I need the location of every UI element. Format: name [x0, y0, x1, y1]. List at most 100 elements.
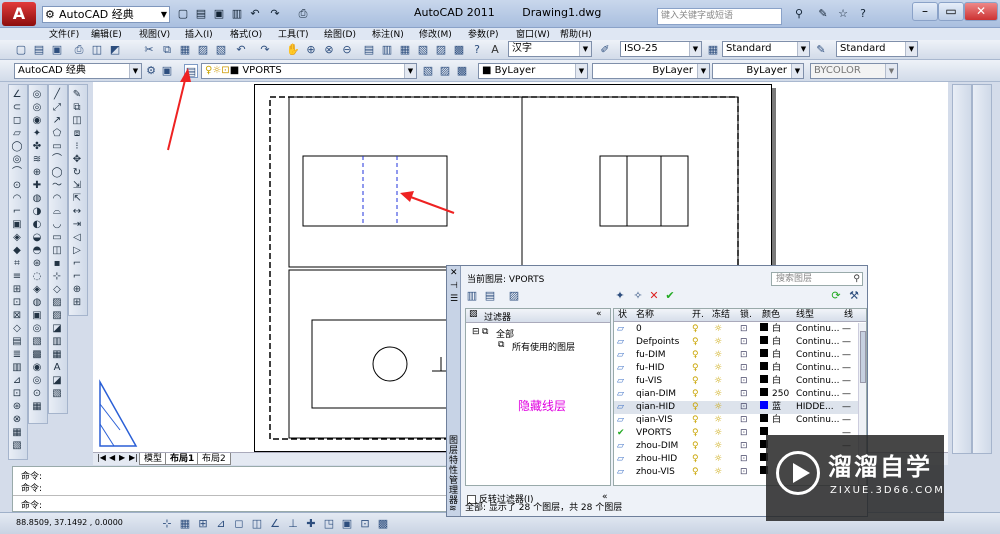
drafting-setting-toggle-icon[interactable]: ⊡ [358, 517, 372, 531]
layer-linetype[interactable]: Continu... [796, 323, 840, 336]
lightbulb-icon[interactable]: ♀ [692, 323, 699, 336]
drafting-setting-toggle-icon[interactable]: ∠ [268, 517, 282, 531]
sun-icon[interactable]: ☼ [714, 401, 722, 414]
sun-icon[interactable]: ☼ [714, 414, 722, 427]
lightbulb-icon[interactable]: ♀ [692, 336, 699, 349]
new-layer-vp-frozen-icon[interactable]: ✧ [631, 289, 645, 303]
column-lock[interactable]: 锁. [740, 309, 752, 322]
column-linetype[interactable]: 线型 [796, 309, 814, 322]
lock-icon[interactable]: ⊡ [740, 466, 748, 479]
lock-icon[interactable]: ⊡ [740, 336, 748, 349]
layer-name[interactable]: fu-HID [636, 362, 664, 375]
layer-linetype[interactable]: Continu... [796, 388, 840, 401]
layer-search-input[interactable]: 搜索图层 ⚲ [771, 272, 863, 286]
drafting-setting-toggle-icon[interactable]: ⊞ [196, 517, 210, 531]
lightbulb-icon[interactable]: ♀ [692, 414, 699, 427]
tab-nav-prev-icon[interactable]: ◀ [109, 453, 115, 462]
drafting-setting-toggle-icon[interactable]: ▩ [376, 517, 390, 531]
new-layer-icon[interactable]: ✦ [613, 289, 627, 303]
color-swatch-icon[interactable] [760, 336, 768, 349]
properties-icon[interactable]: ☰ [450, 294, 458, 304]
sun-icon[interactable]: ☼ [714, 453, 722, 466]
drafting-setting-toggle-icon[interactable]: ▣ [340, 517, 354, 531]
layer-states-manager-icon[interactable]: ▨ [507, 289, 521, 303]
lock-icon[interactable]: ⊡ [740, 414, 748, 427]
color-swatch-icon[interactable] [760, 349, 768, 362]
layer-name[interactable]: 0 [636, 323, 642, 336]
layer-name[interactable]: fu-VIS [636, 375, 662, 388]
layer-name[interactable]: zhou-DIM [636, 440, 678, 453]
lightbulb-icon[interactable]: ♀ [692, 427, 699, 440]
tab-nav-first-icon[interactable]: |◀ [97, 453, 106, 462]
collapse-icon[interactable]: « [596, 309, 602, 319]
layer-linetype[interactable]: Continu... [796, 349, 840, 362]
lock-icon[interactable]: ⊡ [740, 453, 748, 466]
lightbulb-icon[interactable]: ♀ [692, 466, 699, 479]
sun-icon[interactable]: ☼ [714, 388, 722, 401]
new-group-filter-icon[interactable]: ▤ [483, 289, 497, 303]
drafting-setting-toggle-icon[interactable]: ✚ [304, 517, 318, 531]
lightbulb-icon[interactable]: ♀ [692, 375, 699, 388]
color-swatch-icon[interactable] [760, 401, 768, 414]
lock-icon[interactable]: ⊡ [740, 323, 748, 336]
lock-icon[interactable]: ⊡ [740, 427, 748, 440]
layer-lineweight-icon[interactable]: — [842, 375, 851, 388]
sun-icon[interactable]: ☼ [714, 427, 722, 440]
layer-name[interactable]: fu-DIM [636, 349, 665, 362]
layer-row[interactable]: ▱ Defpoints ♀ ☼ ⊡ 白 Continu... — [614, 336, 866, 349]
scrollbar-thumb[interactable] [860, 331, 866, 383]
lightbulb-icon[interactable]: ♀ [692, 401, 699, 414]
color-swatch-icon[interactable] [760, 375, 768, 388]
layer-lineweight-icon[interactable]: — [842, 336, 851, 349]
column-status[interactable]: 状 [618, 309, 627, 322]
sun-icon[interactable]: ☼ [714, 362, 722, 375]
lightbulb-icon[interactable]: ♀ [692, 362, 699, 375]
layer-row[interactable]: ▱ fu-HID ♀ ☼ ⊡ 白 Continu... — [614, 362, 866, 375]
column-freeze[interactable]: 冻结 [712, 309, 730, 322]
pin-icon[interactable]: ⊣ [450, 281, 458, 291]
drafting-setting-toggle-icon[interactable]: ◫ [250, 517, 264, 531]
settings-wrench-icon[interactable]: ⚒ [847, 289, 861, 303]
tab-layout2[interactable]: 布局2 [197, 453, 231, 465]
layer-name[interactable]: qian-DIM [636, 388, 676, 401]
set-current-icon[interactable]: ✔ [663, 289, 677, 303]
lightbulb-icon[interactable]: ♀ [692, 388, 699, 401]
color-swatch-icon[interactable] [760, 388, 768, 401]
layer-name[interactable]: VPORTS [636, 427, 671, 440]
layer-name[interactable]: zhou-VIS [636, 466, 675, 479]
drafting-setting-toggle-icon[interactable]: ▦ [178, 517, 192, 531]
column-name[interactable]: 名称 [636, 309, 654, 322]
lightbulb-icon[interactable]: ♀ [692, 453, 699, 466]
tab-layout1[interactable]: 布局1 [165, 453, 200, 465]
layer-row[interactable]: ▱ fu-VIS ♀ ☼ ⊡ 白 Continu... — [614, 375, 866, 388]
tab-nav-next-icon[interactable]: ▶ [119, 453, 125, 462]
lightbulb-icon[interactable]: ♀ [692, 440, 699, 453]
sun-icon[interactable]: ☼ [714, 336, 722, 349]
layer-name[interactable]: qian-VIS [636, 414, 673, 427]
layer-lineweight-icon[interactable]: — [842, 323, 851, 336]
column-color[interactable]: 颜色 [762, 309, 780, 322]
tree-collapse-icon[interactable]: ⊟ [472, 327, 480, 337]
layer-linetype[interactable]: Continu... [796, 414, 840, 427]
color-swatch-icon[interactable] [760, 414, 768, 427]
column-lineweight[interactable]: 线 [844, 309, 853, 322]
viewport-front[interactable] [288, 96, 523, 268]
drafting-setting-toggle-icon[interactable]: ◻ [232, 517, 246, 531]
drafting-setting-toggle-icon[interactable]: ◳ [322, 517, 336, 531]
lock-icon[interactable]: ⊡ [740, 401, 748, 414]
delete-layer-icon[interactable]: ✕ [647, 289, 661, 303]
tab-model[interactable]: 模型 [139, 453, 168, 465]
layer-linetype[interactable]: HIDDE... [796, 401, 834, 414]
layer-name[interactable]: zhou-HID [636, 453, 677, 466]
sun-icon[interactable]: ☼ [714, 466, 722, 479]
layer-row[interactable]: ▱ fu-DIM ♀ ☼ ⊡ 白 Continu... — [614, 349, 866, 362]
command-prompt[interactable]: 命令: [21, 498, 42, 511]
new-property-filter-icon[interactable]: ▥ [465, 289, 479, 303]
sun-icon[interactable]: ☼ [714, 323, 722, 336]
layer-row[interactable]: ▱ qian-HID ♀ ☼ ⊡ 蓝 HIDDE... — [614, 401, 866, 414]
layer-linetype[interactable]: Continu... [796, 336, 840, 349]
lock-icon[interactable]: ⊡ [740, 349, 748, 362]
lock-icon[interactable]: ⊡ [740, 362, 748, 375]
lock-icon[interactable]: ⊡ [740, 440, 748, 453]
layer-lineweight-icon[interactable]: — [842, 388, 851, 401]
